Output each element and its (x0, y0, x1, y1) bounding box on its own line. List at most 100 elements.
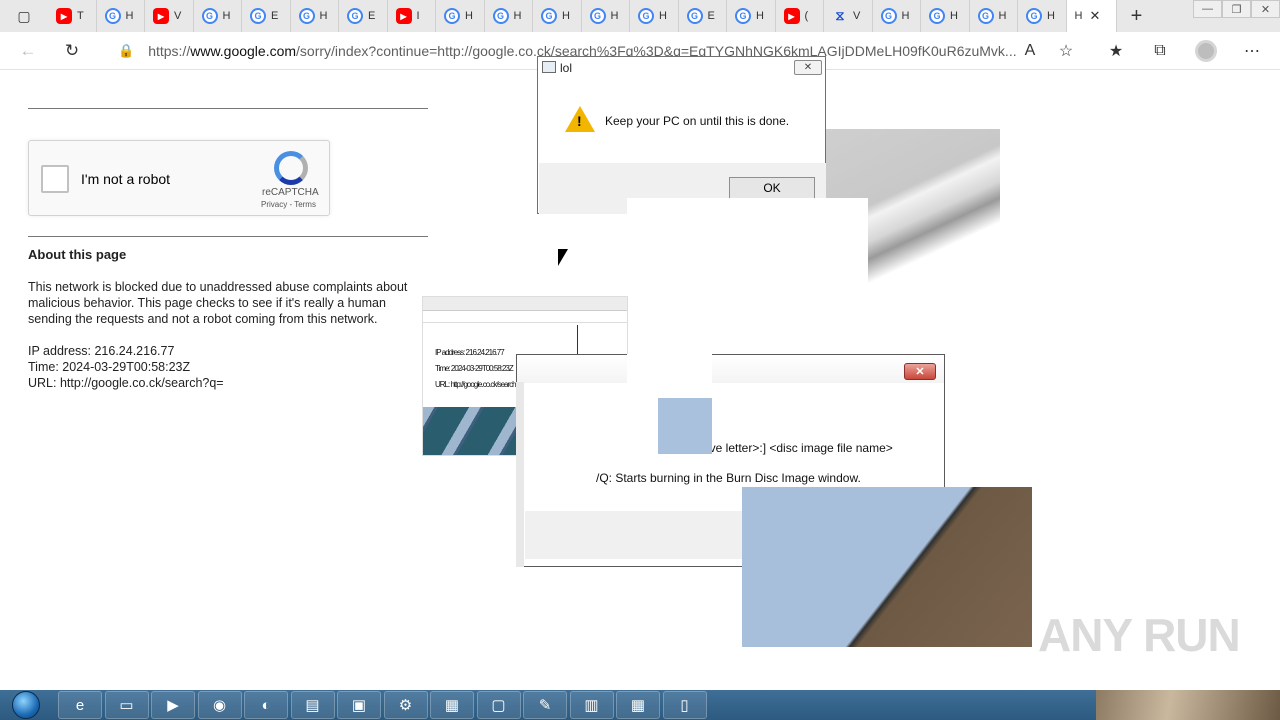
recaptcha-label: I'm not a robot (81, 171, 171, 187)
watermark-logo: ANY RUN (1038, 609, 1241, 661)
app-icon[interactable]: ✎ (523, 691, 567, 719)
folder-icon[interactable]: ▭ (104, 691, 149, 719)
google-icon: G (589, 8, 606, 24)
youtube-icon: ▶ (395, 8, 412, 24)
tab-18[interactable]: GH (921, 0, 970, 32)
refresh-button[interactable]: ↻ (52, 32, 92, 70)
tab-19[interactable]: GH (970, 0, 1018, 32)
tab-10[interactable]: GH (533, 0, 582, 32)
tab-label: H (659, 10, 667, 22)
start-button[interactable] (0, 690, 52, 720)
terminal-icon[interactable]: ▣ (337, 691, 381, 719)
notepad-icon[interactable]: ▤ (290, 691, 335, 719)
ip-line: IP address: 216.24.216.77 (28, 344, 175, 358)
tab-label: H (465, 10, 473, 22)
windows-orb-icon (12, 691, 40, 719)
tab-label: H (1047, 10, 1055, 22)
tab-label: H (610, 10, 619, 22)
profile-avatar[interactable] (1186, 32, 1226, 70)
chrome-icon[interactable]: ◉ (197, 691, 242, 719)
tab-9[interactable]: GH (485, 0, 533, 32)
favorites-icon[interactable]: ★ (1096, 32, 1136, 70)
tab-actions-icon[interactable]: ▢ (0, 0, 48, 32)
tab-15[interactable]: ▶( (776, 0, 824, 32)
tab-0[interactable]: ▶ T (48, 0, 97, 32)
tab-1[interactable]: GH (97, 0, 145, 32)
glitch-blue-patch (658, 398, 712, 454)
youtube-icon: ▶ (56, 8, 72, 24)
tab-label: H (222, 10, 231, 22)
close-tab-icon[interactable]: ✕ (1089, 8, 1100, 24)
google-icon: G (880, 8, 897, 24)
google-icon: G (735, 8, 751, 24)
google-icon: G (492, 8, 509, 24)
about-text: This network is blocked due to unaddress… (28, 280, 408, 326)
google-icon: G (201, 8, 218, 24)
tab-2[interactable]: ▶ V (145, 0, 194, 32)
tab-14[interactable]: GH (727, 0, 776, 32)
tab-7[interactable]: ▶ I (388, 0, 436, 32)
burn-dialog-close-button[interactable]: ✕ (904, 363, 936, 380)
google-icon: G (444, 8, 460, 24)
tab-13[interactable]: GE (679, 0, 727, 32)
burn-dialog-usage: ive letter>:] <disc image file name> (707, 441, 893, 455)
recaptcha-checkbox[interactable] (41, 165, 69, 193)
back-button[interactable]: ← (8, 32, 48, 70)
fragment-info: IP address: 216.24.216.77 Time: 2024-03-… (435, 345, 520, 393)
tab-strip: ▢ ▶ T G H ▶ V G H G E G H G E ▶ I G H G H G H G H G H G E G H ▶(⧖ V G H G H… (0, 0, 1280, 32)
dialog-close-button[interactable]: ✕ (794, 60, 822, 75)
ie-icon[interactable]: e (58, 691, 102, 719)
tab-label: H (998, 10, 1007, 22)
recaptcha-terms-link[interactable]: Privacy - Terms (261, 200, 316, 209)
tab-3[interactable]: GH (194, 0, 242, 32)
tool-icon[interactable]: ⚙ (383, 691, 428, 719)
tab-label: ( (804, 10, 809, 22)
restore-icon[interactable]: ❐ (1222, 0, 1251, 18)
tab-5[interactable]: GH (291, 0, 339, 32)
tab-20[interactable]: GH (1018, 0, 1067, 32)
google-icon: G (1026, 8, 1042, 24)
youtube-icon: ▶ (153, 8, 169, 24)
tab-label: T (77, 10, 84, 22)
dialog-titlebar: lol ✕ (538, 57, 825, 79)
tab-6[interactable]: GE (339, 0, 388, 32)
tab-label: E (368, 10, 376, 22)
google-icon: G (347, 8, 363, 24)
recaptcha-name: reCAPTCHA (262, 187, 319, 198)
menu-icon[interactable]: ⋯ (1232, 32, 1272, 70)
tab-16[interactable]: ⧖ V (824, 0, 873, 32)
recaptcha-widget: I'm not a robot reCAPTCHA Privacy - Term… (28, 140, 330, 216)
google-icon: G (104, 8, 121, 24)
tab-label: I (416, 10, 420, 22)
tab-12[interactable]: GH (630, 0, 679, 32)
dialog-message: Keep your PC on until this is done. (605, 114, 790, 128)
monitor-icon[interactable]: ▢ (476, 691, 521, 719)
media-icon[interactable]: ▶ (151, 691, 195, 719)
file-icon[interactable]: ▯ (662, 691, 707, 719)
warning-mark: ! (577, 113, 582, 129)
tab-17[interactable]: GH (873, 0, 921, 32)
edge-icon[interactable]: ◐ (244, 691, 288, 719)
tab-4[interactable]: GE (242, 0, 291, 32)
close-icon[interactable]: ✕ (1251, 0, 1280, 18)
glitch-desktop-fragment (742, 487, 1032, 647)
url-host: www.google.com (190, 43, 297, 59)
tab-11[interactable]: GH (582, 0, 630, 32)
read-aloud-icon[interactable]: A (1010, 32, 1050, 70)
burn-dialog-edge (516, 382, 524, 567)
google-icon: G (250, 8, 266, 24)
collections-icon[interactable]: ⧉ (1140, 32, 1180, 70)
new-tab-button[interactable]: + (1117, 0, 1157, 32)
briefcase-icon[interactable]: ▦ (430, 691, 474, 719)
tray-area (1096, 690, 1280, 720)
add-favorite-icon[interactable]: ☆ (1046, 32, 1086, 70)
minimize-icon[interactable]: — (1193, 0, 1222, 18)
tab-8[interactable]: GH (436, 0, 485, 32)
document-icon[interactable]: ▥ (569, 691, 614, 719)
taskbar: e ▭ ▶ ◉ ◐ ▤ ▣ ⚙ ▦ ▢ ✎ ▥ ▦ ▯ (0, 690, 1280, 720)
tab-active[interactable]: H ✕ (1066, 0, 1117, 32)
divider-middle (28, 236, 428, 237)
calculator-icon[interactable]: ▦ (616, 691, 660, 719)
lol-dialog: lol ✕ ! Keep your PC on until this is do… (537, 56, 826, 214)
ok-button[interactable]: OK (729, 177, 815, 199)
